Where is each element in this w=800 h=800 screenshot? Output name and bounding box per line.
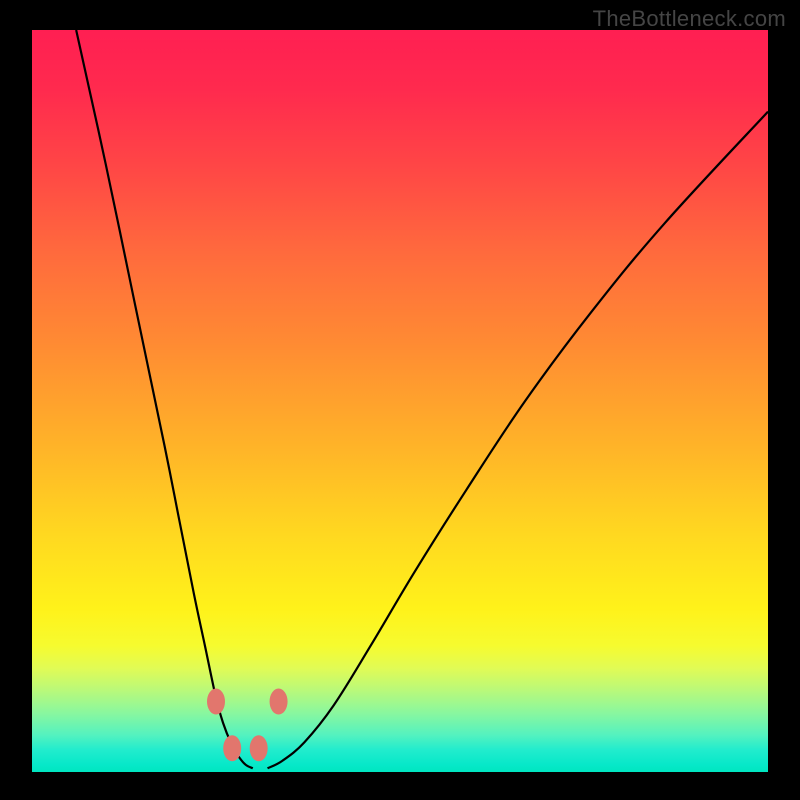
left-inner-dot	[223, 735, 241, 761]
watermark-text: TheBottleneck.com	[593, 6, 786, 32]
curve-layer	[32, 30, 768, 772]
right-outer-dot	[270, 689, 288, 715]
marker-group	[207, 689, 288, 762]
curve-right-branch	[268, 112, 768, 769]
left-outer-dot	[207, 689, 225, 715]
curve-left-branch	[76, 30, 253, 768]
plot-area	[32, 30, 768, 772]
right-inner-dot	[250, 735, 268, 761]
